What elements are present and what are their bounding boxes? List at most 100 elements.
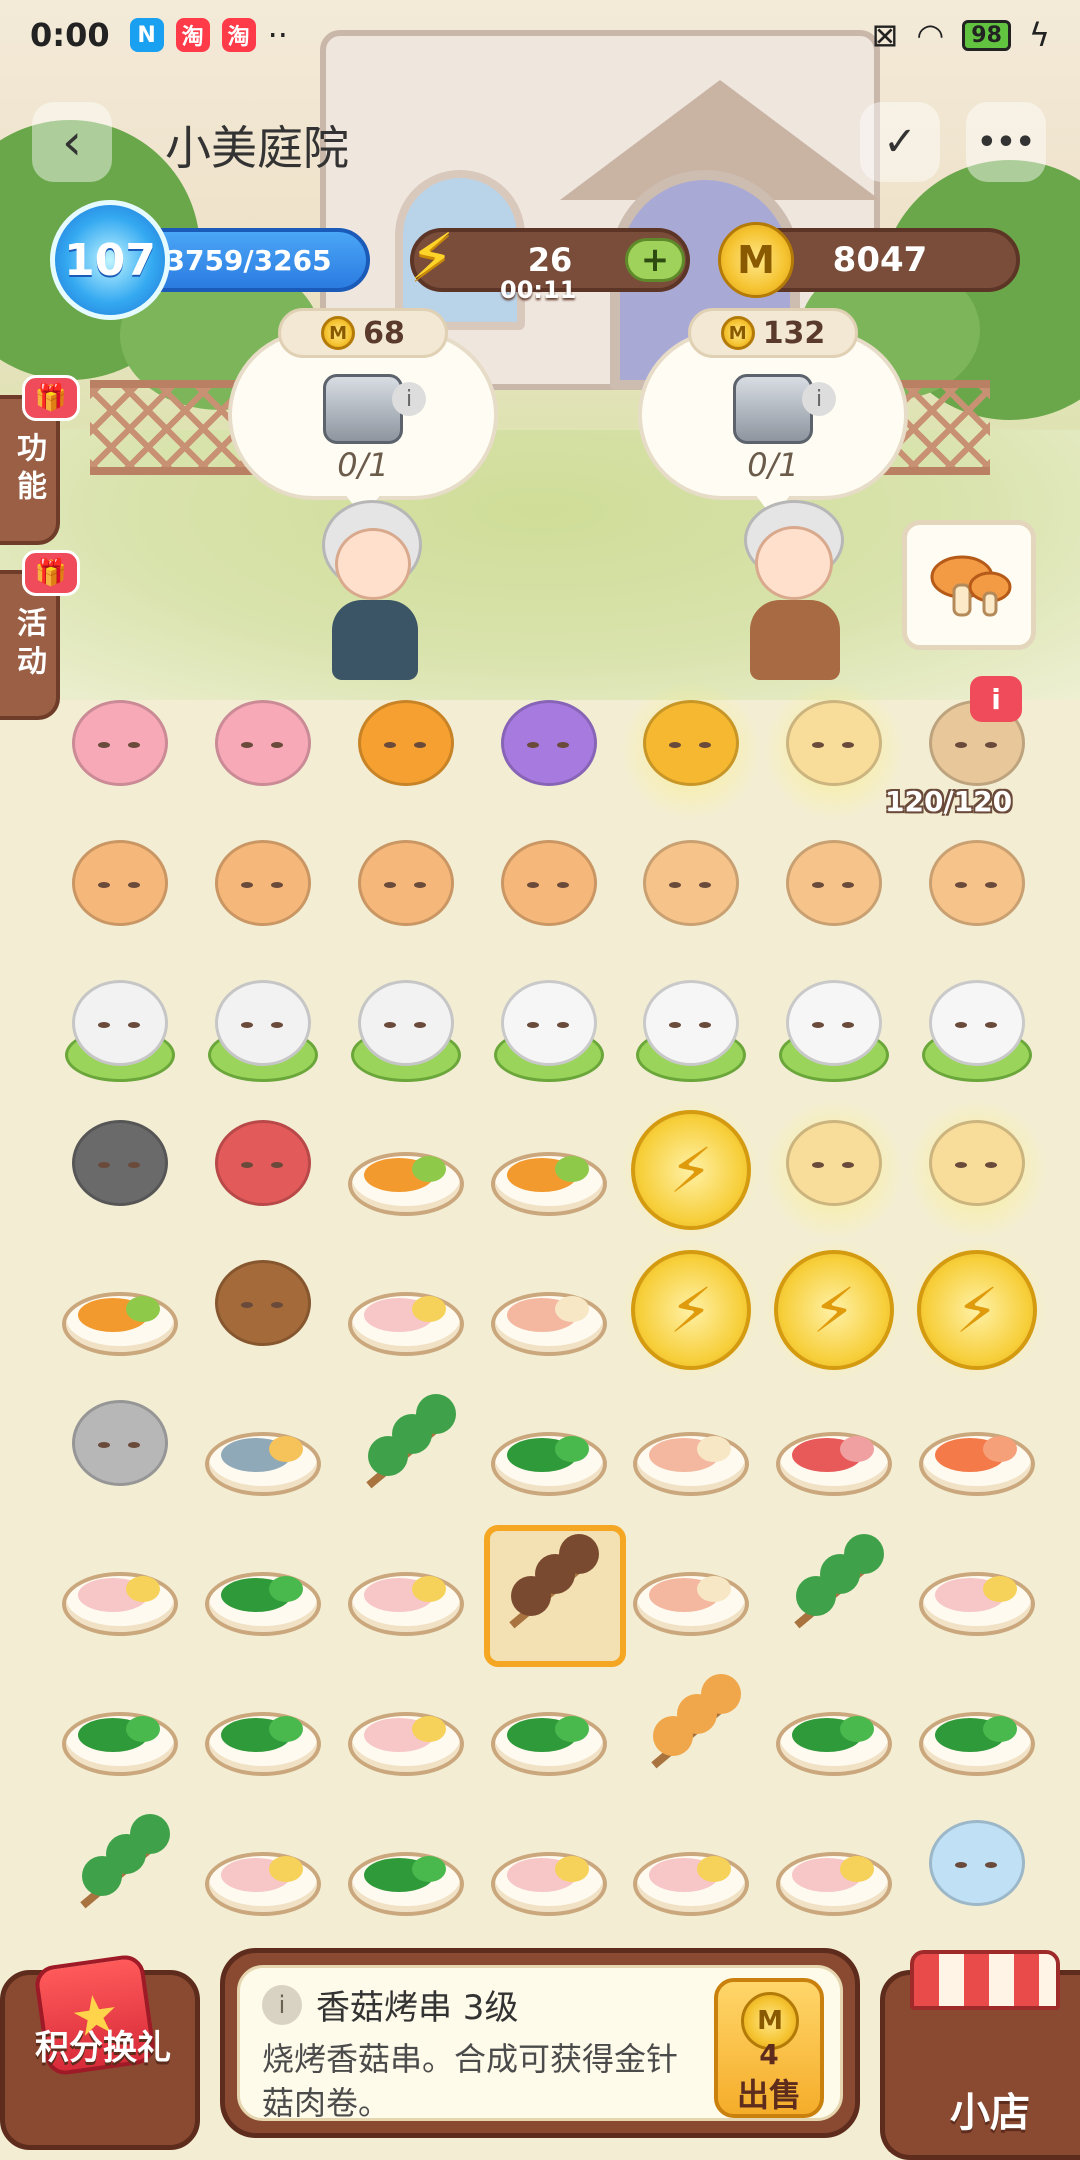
cat-pot-part [98, 1442, 110, 1448]
board-cell-spinach-plate[interactable] [479, 1380, 619, 1520]
sleepy-dog-cabbage-part [215, 980, 311, 1066]
board-cell-golden-bunny[interactable] [907, 1100, 1047, 1240]
board-cell-sausage-plate[interactable] [764, 1380, 904, 1520]
info-icon[interactable]: i [392, 382, 426, 416]
white-cat-cabbage-part [812, 1022, 824, 1028]
add-energy-button[interactable]: + [625, 238, 685, 282]
board-cell-soda-crate[interactable] [193, 1100, 333, 1240]
mushroom-storage-box[interactable] [902, 520, 1036, 650]
shop-label: 小店 [950, 2090, 1030, 2136]
back-button[interactable]: ‹ [32, 102, 112, 182]
golden-lantern-part [699, 742, 711, 748]
board-cell-cloth-basket[interactable] [907, 1800, 1047, 1940]
board-cell-spinach-plate[interactable] [193, 1660, 333, 1800]
board-cell-white-cat-cabbage[interactable] [764, 960, 904, 1100]
white-cat-cabbage-part [985, 1022, 997, 1028]
shrimp-plate-part [697, 1576, 731, 1602]
board-cell-dumpling-plate[interactable] [336, 1660, 476, 1800]
owl-tuxedo-part [358, 700, 454, 786]
board-cell-dumpling-plate[interactable] [50, 1520, 190, 1660]
board-cell-tea-pot-chick[interactable] [479, 820, 619, 960]
golden-bunny-part [842, 742, 854, 748]
energy-coin-part: ⚡ [631, 1250, 751, 1370]
board-cell-dumpling-plate[interactable] [336, 1240, 476, 1380]
board-cell-sailor-dog-cabbage[interactable] [50, 960, 190, 1100]
board-cell-shrimp-plate[interactable] [621, 1520, 761, 1660]
board-cell-pink-sheep[interactable] [50, 680, 190, 820]
board-cell-dumpling-plate[interactable] [621, 1800, 761, 1940]
board-cell-salmon-plate[interactable] [907, 1380, 1047, 1520]
board-cell-tea-bowl-chick[interactable] [621, 820, 761, 960]
board-cell-dumpling-plate[interactable] [907, 1520, 1047, 1660]
board-cell-tea-bowl-chick[interactable] [764, 820, 904, 960]
stone-stove-icon [733, 374, 813, 444]
board-cell-spinach-plate[interactable] [907, 1660, 1047, 1800]
golden-lantern-part [643, 700, 739, 786]
board-cell-omelette-plate[interactable] [479, 1100, 619, 1240]
board-cell-owl-tuxedo[interactable] [336, 680, 476, 820]
board-cell-sleepy-dog-cabbage[interactable] [336, 960, 476, 1100]
info-icon[interactable]: i [262, 1984, 302, 2025]
board-cell-dumpling-plate[interactable] [764, 1800, 904, 1940]
board-cell-spinach-plate[interactable] [336, 1800, 476, 1940]
board-cell-golden-bunny[interactable] [764, 1100, 904, 1240]
board-cell-tea-pot-chick[interactable] [336, 820, 476, 960]
sell-button[interactable]: M 4 出售 [714, 1978, 824, 2118]
board-cell-fish-plate[interactable] [193, 1380, 333, 1520]
info-icon[interactable]: i [802, 382, 836, 416]
sausage-plate-part [840, 1436, 874, 1462]
coin-count: 8047 [832, 240, 928, 280]
energy-timer: 00:11 [500, 276, 577, 304]
board-cell-tea-pot-chick-glasses[interactable] [193, 820, 333, 960]
board-cell-white-cat-cabbage[interactable] [907, 960, 1047, 1100]
board-cell-energy-coin[interactable]: ⚡ [621, 1100, 761, 1240]
order-bubble-grandpa[interactable]: M 132 i 0/1 [638, 308, 908, 518]
board-cell-tea-pot-chick-glasses[interactable] [50, 820, 190, 960]
grandpa-character[interactable] [730, 500, 860, 690]
board-cell-white-cat-cabbage[interactable] [621, 960, 761, 1100]
more-menu-button[interactable]: ••• [966, 102, 1046, 182]
order-progress: 0/1 [337, 446, 389, 484]
shrimp-plate-part [555, 1296, 589, 1322]
taobao-icon-2: 淘 [221, 18, 256, 52]
golden-bunny-part [929, 1120, 1025, 1206]
board-cell-bbq-grill[interactable] [50, 1100, 190, 1240]
board-cell-mushroom-skewer[interactable] [479, 1520, 626, 1667]
level-badge[interactable]: 107 [50, 200, 170, 320]
board-cell-dumpling-plate[interactable] [336, 1520, 476, 1660]
board-cell-white-cat-cabbage[interactable] [479, 960, 619, 1100]
board-cell-sleepy-dog-cabbage[interactable] [193, 960, 333, 1100]
board-cell-energy-coin[interactable]: ⚡ [621, 1240, 761, 1380]
board-cell-pink-sheep[interactable] [193, 680, 333, 820]
board-cell-dumpling-plate[interactable] [193, 1800, 333, 1940]
board-cell-golden-bunny[interactable] [764, 680, 904, 820]
board-cell-energy-coin[interactable]: ⚡ [907, 1240, 1047, 1380]
board-cell-shrimp-plate[interactable] [479, 1240, 619, 1380]
board-cell-chive-skewer[interactable] [764, 1520, 904, 1660]
board-cell-spinach-plate[interactable] [764, 1660, 904, 1800]
board-cell-puppy[interactable] [193, 1240, 333, 1380]
grandma-character[interactable] [310, 500, 440, 690]
favorite-button[interactable]: ✓ [860, 102, 940, 182]
board-cell-golden-lantern[interactable] [621, 680, 761, 820]
coin-icon: M [321, 316, 356, 350]
board-cell-chive-skewer[interactable] [50, 1800, 190, 1940]
golden-bunny-part [985, 1162, 997, 1168]
board-cell-meat-skewer[interactable] [621, 1660, 761, 1800]
board-cell-tea-bowl-chick[interactable] [907, 820, 1047, 960]
order-bubble-grandma[interactable]: M 68 i 0/1 [228, 308, 498, 518]
board-cell-omelette-plate[interactable] [336, 1100, 476, 1240]
board-cell-spinach-plate[interactable] [50, 1660, 190, 1800]
board-cell-spinach-plate[interactable] [479, 1660, 619, 1800]
generator-info-badge[interactable]: i [970, 676, 1022, 722]
board-cell-spinach-plate[interactable] [193, 1520, 333, 1660]
board-cell-chive-skewer[interactable] [336, 1380, 476, 1520]
board-cell-shrimp-plate[interactable] [621, 1380, 761, 1520]
board-cell-energy-coin[interactable]: ⚡ [764, 1240, 904, 1380]
battery-indicator: 98 [962, 19, 1011, 51]
item-title: 香菇烤串 3级 [316, 1988, 519, 2028]
board-cell-dumpling-plate[interactable] [479, 1800, 619, 1940]
board-cell-purple-cat[interactable] [479, 680, 619, 820]
board-cell-omelette-plate[interactable] [50, 1240, 190, 1380]
board-cell-cat-pot[interactable] [50, 1380, 190, 1520]
